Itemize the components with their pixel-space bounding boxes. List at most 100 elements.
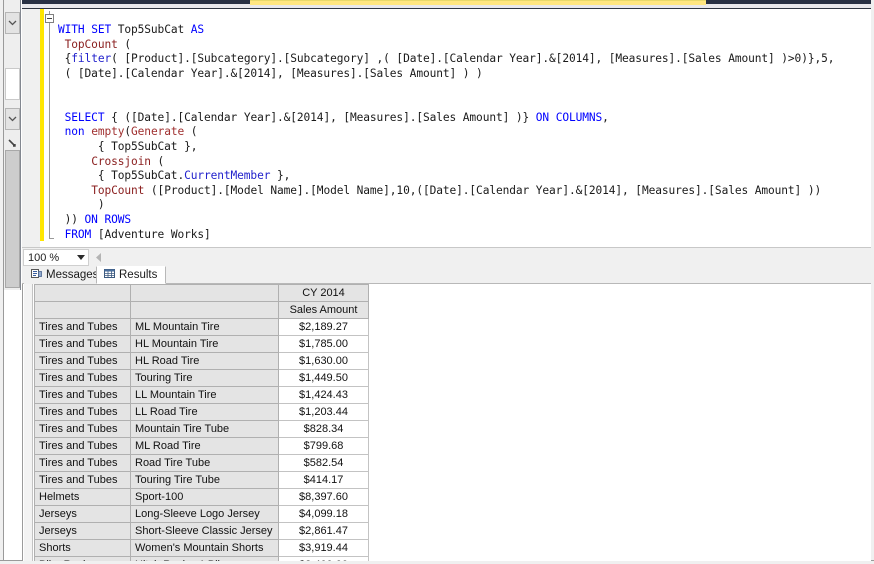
results-grid-vscrollbar[interactable]	[24, 284, 33, 561]
cell-sales-amount[interactable]: $582.54	[278, 454, 369, 472]
cell-sales-amount[interactable]: $828.34	[278, 420, 369, 438]
table-row[interactable]: Jerseys Long-Sleeve Logo Jersey $4,099.18	[34, 505, 369, 523]
cell-subcategory[interactable]: Tires and Tubes	[34, 335, 131, 353]
cell-sales-amount[interactable]: $1,203.44	[278, 403, 369, 421]
grid-corner-cell[interactable]	[34, 301, 131, 319]
cell-sales-amount[interactable]: $8,397.60	[278, 488, 369, 506]
cell-subcategory[interactable]: Tires and Tubes	[34, 471, 131, 489]
results-grid[interactable]: CY 2014 Sales Amount Tires and Tubes ML Mou…	[34, 284, 369, 561]
cell-model-name[interactable]: Short-Sleeve Classic Jersey	[130, 522, 279, 540]
grid-column-header[interactable]: Sales Amount	[278, 301, 369, 319]
cell-sales-amount[interactable]: $2,400.00	[278, 556, 369, 561]
cell-subcategory[interactable]: Tires and Tubes	[34, 403, 131, 421]
code-token: SET	[91, 23, 112, 37]
results-tabstrip: Messages Results	[22, 266, 871, 284]
results-grid-container[interactable]: CY 2014 Sales Amount Tires and Tubes ML Mou…	[22, 284, 871, 561]
table-row[interactable]: Tires and Tubes Road Tire Tube $582.54	[34, 454, 369, 472]
table-row[interactable]: Tires and Tubes LL Road Tire $1,203.44	[34, 403, 369, 421]
cell-model-name[interactable]: Sport-100	[130, 488, 279, 506]
grid-corner-cell[interactable]	[34, 284, 131, 302]
code-token: ( [Product].[Subcategory].[Subcategory] …	[111, 52, 835, 66]
cell-model-name[interactable]: LL Road Tire	[130, 403, 279, 421]
zoom-level-combobox[interactable]: 100 %	[23, 249, 89, 266]
chevron-down-button-bottom[interactable]	[5, 108, 20, 130]
cell-sales-amount[interactable]: $414.17	[278, 471, 369, 489]
cell-sales-amount[interactable]: $1,630.00	[278, 352, 369, 370]
table-row[interactable]: Tires and Tubes LL Mountain Tire $1,424.43	[34, 386, 369, 404]
table-row[interactable]: Tires and Tubes Touring Tire Tube $414.17	[34, 471, 369, 489]
cell-model-name[interactable]: HL Road Tire	[130, 352, 279, 370]
left-strip-scrollbar-thumb[interactable]	[5, 150, 20, 288]
cell-model-name[interactable]: Mountain Tire Tube	[130, 420, 279, 438]
table-row[interactable]: Tires and Tubes Mountain Tire Tube $828.34	[34, 420, 369, 438]
scrollbar-thumb[interactable]	[250, 0, 706, 5]
code-token: filter	[71, 52, 112, 66]
cell-subcategory[interactable]: Tires and Tubes	[34, 454, 131, 472]
cell-model-name[interactable]: ML Mountain Tire	[130, 318, 279, 336]
cell-subcategory[interactable]: Tires and Tubes	[34, 420, 131, 438]
code-token: { ([Date].[Calendar Year].&[2014], [Meas…	[104, 110, 536, 124]
cell-subcategory[interactable]: Shorts	[34, 539, 131, 557]
cell-subcategory[interactable]: Bike Racks	[34, 556, 131, 561]
resize-grip-icon	[8, 138, 17, 148]
scroll-left-arrow-icon[interactable]	[92, 250, 105, 264]
cell-model-name[interactable]: Long-Sleeve Logo Jersey	[130, 505, 279, 523]
cell-subcategory[interactable]: Helmets	[34, 488, 131, 506]
cell-model-name[interactable]: LL Mountain Tire	[130, 386, 279, 404]
cell-subcategory[interactable]: Tires and Tubes	[34, 318, 131, 336]
tab-results-label: Results	[119, 269, 158, 281]
cell-subcategory[interactable]: Jerseys	[34, 522, 131, 540]
table-row[interactable]: Tires and Tubes ML Road Tire $799.68	[34, 437, 369, 455]
cell-sales-amount[interactable]: $799.68	[278, 437, 369, 455]
cell-model-name[interactable]: ML Road Tire	[130, 437, 279, 455]
code-token: { Top5SubCat },	[58, 139, 198, 153]
table-row[interactable]: Tires and Tubes HL Mountain Tire $1,785.00	[34, 335, 369, 353]
mdx-code-text[interactable]: WITH SET Top5SubCat AS TopCount ( {filte…	[58, 23, 834, 242]
grid-corner-cell[interactable]	[130, 301, 279, 319]
cell-subcategory[interactable]: Tires and Tubes	[34, 386, 131, 404]
outline-rail-foot	[49, 238, 54, 239]
tab-messages-label: Messages	[46, 269, 99, 281]
grid-column-header[interactable]: CY 2014	[278, 284, 369, 302]
table-row[interactable]: Helmets Sport-100 $8,397.60	[34, 488, 369, 506]
code-token: { Top5SubCat.	[58, 169, 185, 183]
cell-sales-amount[interactable]: $2,189.27	[278, 318, 369, 336]
table-row[interactable]: Tires and Tubes ML Mountain Tire $2,189.27	[34, 318, 369, 336]
table-row[interactable]: Jerseys Short-Sleeve Classic Jersey $2,861…	[34, 522, 369, 540]
chevron-down-button-top[interactable]	[5, 12, 20, 34]
cell-sales-amount[interactable]: $3,919.44	[278, 539, 369, 557]
cell-subcategory[interactable]: Tires and Tubes	[34, 437, 131, 455]
cell-model-name[interactable]: HL Mountain Tire	[130, 335, 279, 353]
code-line: WITH SET Top5SubCat AS	[58, 23, 204, 36]
strip-blank-area	[5, 68, 20, 100]
cell-subcategory[interactable]: Tires and Tubes	[34, 352, 131, 370]
chevron-down-icon[interactable]	[74, 255, 88, 260]
cell-subcategory[interactable]: Jerseys	[34, 505, 131, 523]
cell-model-name[interactable]: Touring Tire	[130, 369, 279, 387]
ssms-query-window: WITH SET Top5SubCat AS TopCount ( {filte…	[0, 0, 874, 564]
cell-sales-amount[interactable]: $2,861.47	[278, 522, 369, 540]
code-line: Crossjoin (	[58, 155, 164, 168]
grid-corner-cell[interactable]	[130, 284, 279, 302]
table-row[interactable]: Bike RacksHitch Rack - 4-Bike$2,400.00	[34, 556, 369, 561]
cell-model-name[interactable]: Hitch Rack - 4-Bike	[130, 556, 279, 561]
table-row[interactable]: Tires and Tubes HL Road Tire $1,630.00	[34, 352, 369, 370]
cell-model-name[interactable]: Touring Tire Tube	[130, 471, 279, 489]
table-row[interactable]: Tires and Tubes Touring Tire $1,449.50	[34, 369, 369, 387]
mdx-code-editor[interactable]: WITH SET Top5SubCat AS TopCount ( {filte…	[22, 9, 871, 247]
code-token: ON COLUMNS	[535, 110, 603, 124]
cell-sales-amount[interactable]: $4,099.18	[278, 505, 369, 523]
cell-subcategory[interactable]: Tires and Tubes	[34, 369, 131, 387]
cell-model-name[interactable]: Women's Mountain Shorts	[130, 539, 279, 557]
tab-results[interactable]: Results	[96, 266, 166, 284]
collapse-outline-toggle[interactable]	[45, 14, 54, 23]
tab-messages[interactable]: Messages	[24, 266, 99, 284]
cell-sales-amount[interactable]: $1,785.00	[278, 335, 369, 353]
cell-sales-amount[interactable]: $1,424.43	[278, 386, 369, 404]
cell-model-name[interactable]: Road Tire Tube	[130, 454, 279, 472]
cell-sales-amount[interactable]: $1,449.50	[278, 369, 369, 387]
table-row[interactable]: Shorts Women's Mountain Shorts $3,919.44	[34, 539, 369, 557]
